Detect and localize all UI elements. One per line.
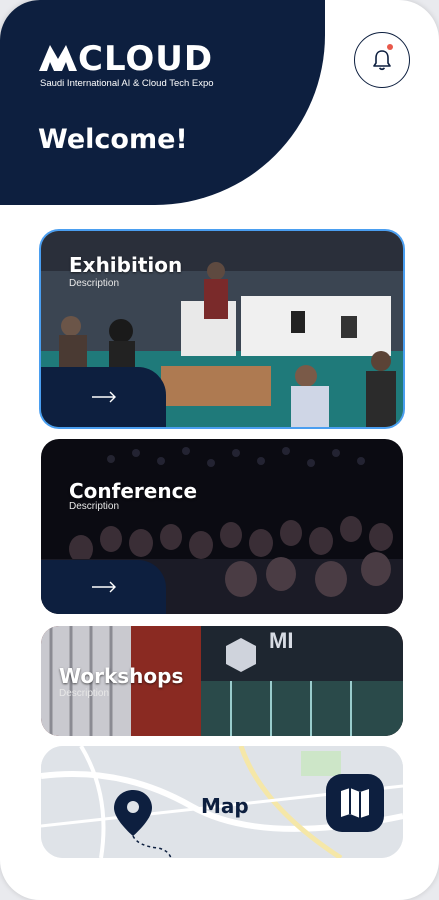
brand-logo: CLOUD Saudi International AI & Cloud Tec… bbox=[38, 40, 248, 95]
card-description: Description bbox=[69, 501, 120, 512]
logo-wordmark: CLOUD bbox=[38, 40, 213, 78]
conference-open-button[interactable] bbox=[41, 560, 166, 614]
exhibition-card[interactable]: Exhibition Description bbox=[41, 231, 403, 427]
map-label: Map bbox=[201, 794, 249, 818]
logo-mark-icon bbox=[39, 45, 77, 71]
conference-card[interactable]: Conference Description bbox=[41, 439, 403, 614]
card-description: Description bbox=[69, 278, 120, 289]
card-description: Description bbox=[59, 688, 110, 699]
logo-tagline: Saudi International AI & Cloud Tech Expo bbox=[40, 78, 214, 89]
open-map-button[interactable] bbox=[326, 774, 384, 832]
map-pin-icon bbox=[113, 788, 173, 858]
arrow-right-icon bbox=[91, 581, 116, 593]
bell-icon bbox=[373, 50, 391, 71]
workshops-card[interactable]: MI Workshops Description bbox=[41, 626, 403, 736]
folded-map-icon bbox=[341, 788, 369, 818]
map-card[interactable]: Map bbox=[41, 746, 403, 858]
arrow-right-icon bbox=[91, 391, 116, 403]
card-title: Exhibition bbox=[69, 253, 183, 277]
logo-text: CLOUD bbox=[78, 39, 214, 79]
app-screen: CLOUD Saudi International AI & Cloud Tec… bbox=[0, 0, 439, 900]
welcome-heading: Welcome! bbox=[38, 124, 188, 155]
exhibition-open-button[interactable] bbox=[41, 367, 166, 427]
notification-badge bbox=[387, 44, 393, 50]
card-title: Workshops bbox=[59, 664, 184, 688]
notification-button[interactable] bbox=[354, 32, 410, 88]
card-title: Conference bbox=[69, 479, 198, 503]
header-hero bbox=[0, 0, 325, 205]
svg-text:MI: MI bbox=[269, 628, 293, 653]
